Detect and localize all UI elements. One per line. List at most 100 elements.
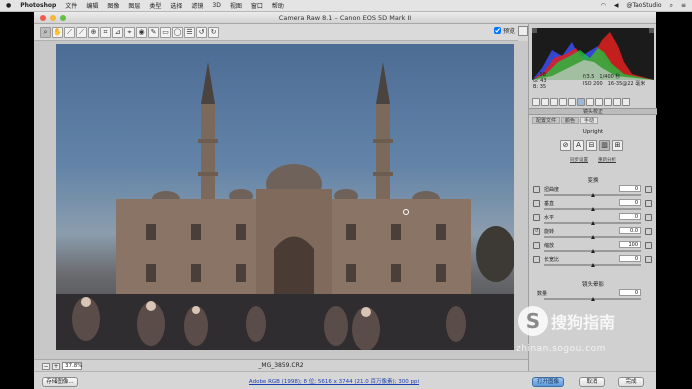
upright-full-icon[interactable]: ⊞ <box>612 140 623 151</box>
tool-bar: ⌕ ✋ ⟋ ⟋ ⊕ ⌗ ⊿ ⌖ ◉ ✎ ▭ ◯ ☰ ↺ ↻ <box>34 24 518 41</box>
histogram <box>532 28 654 80</box>
menu-3d[interactable]: 3D <box>212 2 220 9</box>
slider-thumb[interactable] <box>591 263 595 267</box>
wifi-icon[interactable]: ◠ <box>601 2 606 9</box>
slider-aspect: 长宽比 0 <box>533 255 653 268</box>
slider-value[interactable]: 0 <box>619 185 641 192</box>
panel-tab-icons <box>532 97 654 107</box>
window-title-text: Camera Raw 8.1 – Canon EOS 5D Mark II <box>278 14 412 22</box>
hsl-icon[interactable] <box>559 98 567 106</box>
mac-menubar: ● Photoshop 文件 编辑 图像 图层 类型 选择 滤镜 3D 视图 窗… <box>0 0 692 12</box>
app-menu[interactable]: Photoshop <box>20 2 56 9</box>
slider-thumb[interactable] <box>591 297 595 301</box>
menu-view[interactable]: 视图 <box>230 1 242 10</box>
volume-icon[interactable]: ◀ <box>614 2 619 9</box>
apple-icon[interactable]: ● <box>6 2 11 9</box>
zoom-tool-icon[interactable]: ⌕ <box>40 26 51 38</box>
menu-file[interactable]: 文件 <box>65 1 77 10</box>
slider-value[interactable]: 0.0 <box>619 227 641 234</box>
watermark-logo: S 搜狗指南 <box>518 306 615 336</box>
slider-label: 数量 <box>537 291 548 297</box>
slider-thumb[interactable] <box>591 221 595 225</box>
basic-panel-icon[interactable] <box>532 98 540 106</box>
slider-distortion: 扭曲度 0 <box>533 185 653 198</box>
slider-value[interactable]: 0 <box>619 199 641 206</box>
upright-links: 同步设置 重新分析 <box>529 157 657 163</box>
minimize-icon[interactable] <box>50 15 56 21</box>
slider-thumb[interactable] <box>591 193 595 197</box>
save-image-button[interactable]: 存储图像... <box>42 377 78 387</box>
camera-calibration-icon[interactable] <box>595 98 603 106</box>
menu-type[interactable]: 类型 <box>149 1 161 10</box>
red-eye-tool-icon[interactable]: ◉ <box>136 26 147 38</box>
slider-label: 水平 <box>544 215 555 221</box>
presets-icon[interactable] <box>604 98 612 106</box>
reanalyze-link[interactable]: 重新分析 <box>598 157 616 163</box>
slider-value[interactable]: 0 <box>619 289 641 296</box>
hand-tool-icon[interactable]: ✋ <box>52 26 63 38</box>
menu-edit[interactable]: 编辑 <box>86 1 98 10</box>
close-icon[interactable] <box>40 15 46 21</box>
menu-image[interactable]: 图像 <box>107 1 119 10</box>
radial-filter-tool-icon[interactable]: ◯ <box>172 26 183 38</box>
rotate-right-small-icon <box>645 228 652 235</box>
tab-manual[interactable]: 手动 <box>580 117 599 124</box>
effects-icon[interactable] <box>586 98 594 106</box>
preview-area <box>34 41 528 359</box>
slider-value[interactable]: 0 <box>619 255 641 262</box>
file-name: _MG_3859.CR2 <box>258 362 304 369</box>
menu-layer[interactable]: 图层 <box>128 1 140 10</box>
detail-icon[interactable] <box>550 98 558 106</box>
tab-profile[interactable]: 配置文件 <box>532 117 561 124</box>
slider-thumb[interactable] <box>591 207 595 211</box>
menu-window[interactable]: 窗口 <box>251 1 263 10</box>
preview-checkbox[interactable]: 预览 <box>494 26 515 35</box>
sync-settings-link[interactable]: 同步设置 <box>570 157 588 163</box>
menu-filter[interactable]: 滤镜 <box>191 1 203 10</box>
tone-curve-icon[interactable] <box>541 98 549 106</box>
fullscreen-button[interactable] <box>518 26 528 36</box>
upright-level-icon[interactable]: ⊟ <box>586 140 597 151</box>
slider-thumb[interactable] <box>591 235 595 239</box>
slider-value[interactable]: 0 <box>619 213 641 220</box>
adjustment-brush-tool-icon[interactable]: ✎ <box>148 26 159 38</box>
zoom-window-icon[interactable] <box>60 15 66 21</box>
cursor-crosshair <box>403 209 409 215</box>
list-icon[interactable]: ≡ <box>681 2 686 9</box>
split-toning-icon[interactable] <box>568 98 576 106</box>
rotate-right-icon[interactable]: ↻ <box>208 26 219 38</box>
slider-label: 扭曲度 <box>544 187 560 193</box>
rotate-left-icon[interactable]: ↺ <box>196 26 207 38</box>
upright-off-icon[interactable]: ⊘ <box>560 140 571 151</box>
snapshots-icon[interactable] <box>613 98 621 106</box>
cancel-button[interactable]: 取消 <box>579 377 605 387</box>
graduated-filter-tool-icon[interactable]: ▭ <box>160 26 171 38</box>
menu-select[interactable]: 选择 <box>170 1 182 10</box>
spot-removal-tool-icon[interactable]: ⌖ <box>124 26 135 38</box>
tab-color[interactable]: 颜色 <box>561 117 580 124</box>
search-icon[interactable]: ⌕ <box>670 2 673 10</box>
menu-help[interactable]: 帮助 <box>272 1 284 10</box>
scale-icon <box>533 242 540 249</box>
lens-corrections-icon[interactable] <box>577 98 585 106</box>
preview-checkbox-input[interactable] <box>494 27 501 34</box>
mosque-photo[interactable] <box>56 44 514 350</box>
color-sampler-tool-icon[interactable]: ⟋ <box>76 26 87 38</box>
panel-menu-icon[interactable] <box>622 98 630 106</box>
straighten-tool-icon[interactable]: ⊿ <box>112 26 123 38</box>
slider-thumb[interactable] <box>591 249 595 253</box>
upright-title: Upright <box>582 129 604 135</box>
aperture-value: f/3.5 <box>583 74 595 80</box>
watermark-brand: 搜狗指南 <box>551 313 616 332</box>
slider-value[interactable]: 100 <box>619 241 641 248</box>
open-image-button[interactable]: 打开图像 <box>532 377 564 387</box>
crop-tool-icon[interactable]: ⌗ <box>100 26 111 38</box>
white-balance-tool-icon[interactable]: ⟋ <box>64 26 75 38</box>
targeted-adjustment-tool-icon[interactable]: ⊕ <box>88 26 99 38</box>
upright-auto-icon[interactable]: A <box>573 140 584 151</box>
upright-vertical-icon[interactable]: ▥ <box>599 140 610 151</box>
done-button[interactable]: 完成 <box>618 377 644 387</box>
workflow-options-link[interactable]: Adobe RGB (1998); 8 位; 5616 x 3744 (21.0… <box>214 377 454 385</box>
user-name[interactable]: @TaoStudio <box>626 2 661 9</box>
preferences-icon[interactable]: ☰ <box>184 26 195 38</box>
